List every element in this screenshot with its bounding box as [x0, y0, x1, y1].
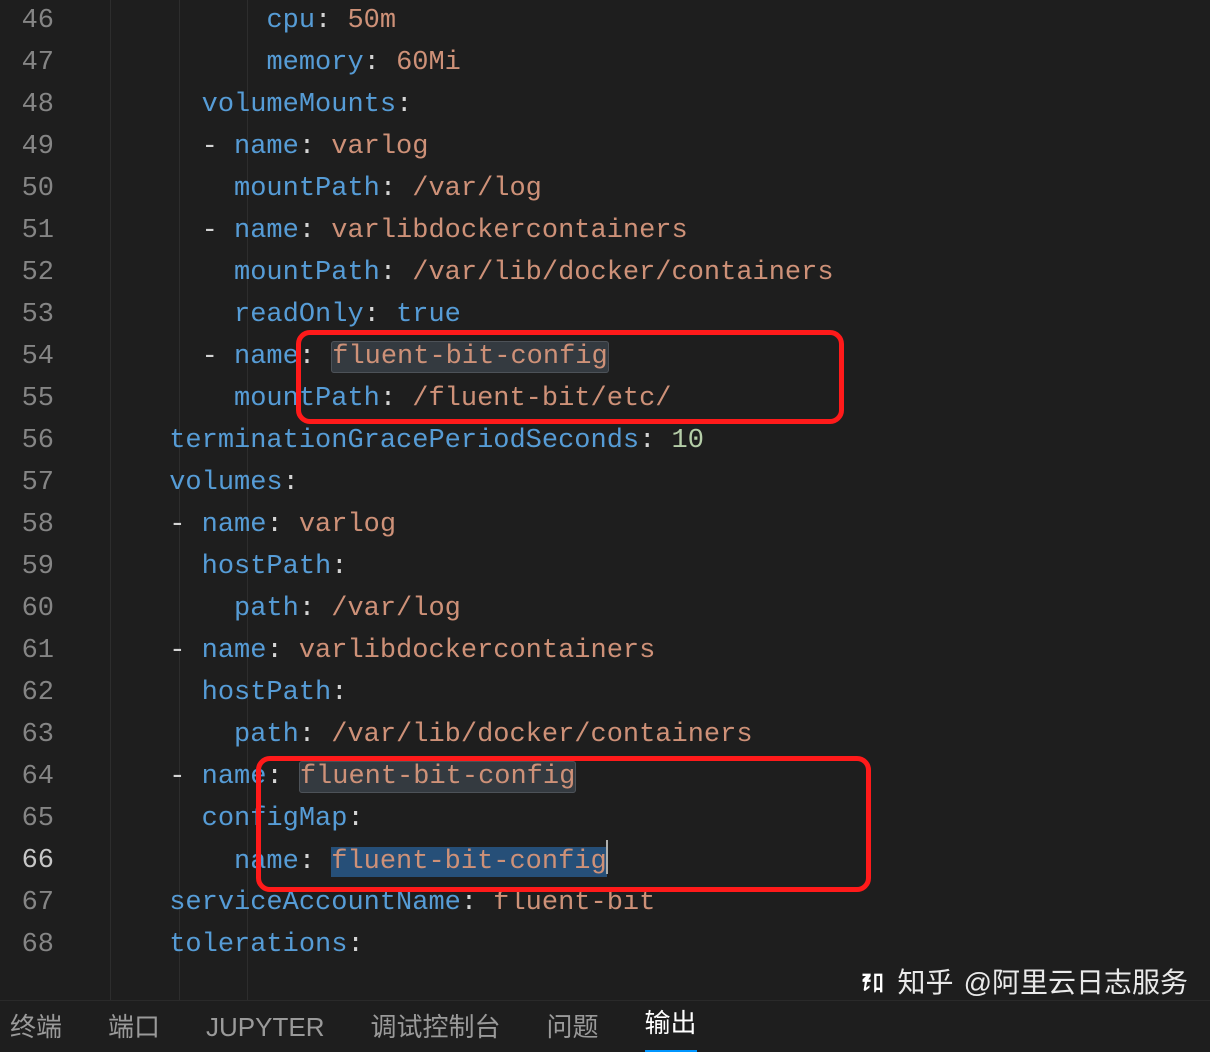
panel-tab[interactable]: 问题: [547, 1006, 599, 1048]
watermark-brand: 知乎: [898, 962, 954, 1004]
code-line[interactable]: volumeMounts:: [72, 84, 1210, 126]
line-number: 54: [0, 336, 72, 378]
panel-tab[interactable]: 端口: [108, 1006, 160, 1048]
line-number: 64: [0, 756, 72, 798]
line-number: 58: [0, 504, 72, 546]
line-number: 56: [0, 420, 72, 462]
code-line[interactable]: - name: varlog: [72, 504, 1210, 546]
panel-tab[interactable]: 调试控制台: [371, 1006, 501, 1048]
code-line[interactable]: mountPath: /fluent-bit/etc/: [72, 378, 1210, 420]
code-line[interactable]: hostPath:: [72, 546, 1210, 588]
code-line[interactable]: memory: 60Mi: [72, 42, 1210, 84]
panel-tab[interactable]: 终端: [10, 1006, 62, 1048]
code-line[interactable]: mountPath: /var/lib/docker/containers: [72, 252, 1210, 294]
line-number: 53: [0, 294, 72, 336]
code-line[interactable]: - name: varlog: [72, 126, 1210, 168]
code-line[interactable]: tolerations:: [72, 924, 1210, 966]
line-number: 50: [0, 168, 72, 210]
code-line[interactable]: - name: varlibdockercontainers: [72, 210, 1210, 252]
code-line[interactable]: serviceAccountName: fluent-bit: [72, 882, 1210, 924]
line-number: 68: [0, 924, 72, 966]
code-editor[interactable]: 4647484950515253545556575859606162636465…: [0, 0, 1210, 1000]
line-number: 49: [0, 126, 72, 168]
code-lines[interactable]: cpu: 50m memory: 60Mi volumeMounts: - na…: [72, 0, 1210, 966]
line-number: 66: [0, 840, 72, 882]
code-line[interactable]: terminationGracePeriodSeconds: 10: [72, 420, 1210, 462]
panel-tabs[interactable]: 终端 端口 JUPYTER 调试控制台 问题 输出: [0, 1000, 1210, 1052]
code-line[interactable]: path: /var/log: [72, 588, 1210, 630]
line-number-gutter: 4647484950515253545556575859606162636465…: [0, 0, 72, 966]
line-number: 52: [0, 252, 72, 294]
watermark-author: @阿里云日志服务: [964, 962, 1188, 1004]
line-number: 48: [0, 84, 72, 126]
line-number: 47: [0, 42, 72, 84]
code-line[interactable]: - name: fluent-bit-config: [72, 336, 1210, 378]
line-number: 57: [0, 462, 72, 504]
code-line[interactable]: cpu: 50m: [72, 0, 1210, 42]
line-number: 67: [0, 882, 72, 924]
line-number: 61: [0, 630, 72, 672]
zhihu-icon: [858, 968, 888, 998]
code-line[interactable]: hostPath:: [72, 672, 1210, 714]
code-line[interactable]: - name: fluent-bit-config: [72, 756, 1210, 798]
code-area[interactable]: cpu: 50m memory: 60Mi volumeMounts: - na…: [72, 0, 1210, 1000]
panel-tab[interactable]: 输出: [645, 1002, 697, 1052]
code-line[interactable]: mountPath: /var/log: [72, 168, 1210, 210]
code-line[interactable]: volumes:: [72, 462, 1210, 504]
line-number: 51: [0, 210, 72, 252]
watermark: 知乎 @阿里云日志服务: [858, 962, 1188, 1004]
line-number: 55: [0, 378, 72, 420]
line-number: 63: [0, 714, 72, 756]
line-number: 65: [0, 798, 72, 840]
line-number: 60: [0, 588, 72, 630]
line-number: 46: [0, 0, 72, 42]
code-line[interactable]: path: /var/lib/docker/containers: [72, 714, 1210, 756]
code-line[interactable]: - name: varlibdockercontainers: [72, 630, 1210, 672]
code-line[interactable]: name: fluent-bit-config: [72, 840, 1210, 882]
panel-tab[interactable]: JUPYTER: [206, 1006, 324, 1048]
code-line[interactable]: readOnly: true: [72, 294, 1210, 336]
code-line[interactable]: configMap:: [72, 798, 1210, 840]
line-number: 62: [0, 672, 72, 714]
line-number: 59: [0, 546, 72, 588]
